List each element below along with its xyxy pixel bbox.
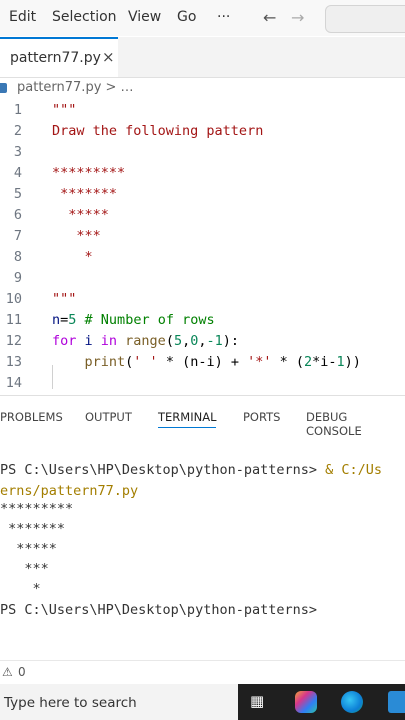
code-line: Draw the following pattern — [52, 123, 264, 139]
code-line: ******* — [52, 186, 118, 202]
terminal-output: ******* — [0, 521, 66, 537]
code-line: n=5 # Number of rows — [52, 312, 215, 328]
terminal[interactable]: PS C:\Users\HP\Desktop\python-patterns> … — [0, 460, 405, 660]
taskbar: Type here to search ▦ — [0, 684, 405, 720]
line-number: 8 — [13, 249, 22, 265]
close-icon[interactable]: × — [102, 48, 115, 66]
panel-tabs: PROBLEMS OUTPUT TERMINAL PORTS DEBUG CON… — [0, 395, 405, 438]
arrow-left-icon[interactable]: ← — [263, 8, 276, 27]
more-menu-icon[interactable]: ··· — [217, 9, 230, 25]
terminal-prompt: PS C:\Users\HP\Desktop\python-patterns> — [0, 602, 317, 618]
python-file-icon — [0, 83, 7, 93]
code-line: print(' ' * (n-i) + '*' * (2*i-1)) — [84, 354, 361, 370]
line-number: 13 — [5, 354, 22, 370]
code-editor[interactable]: 1 """ 2 Draw the following pattern 3 4 ****… — [0, 100, 405, 394]
tab-bar: pattern77.py × — [0, 37, 405, 78]
line-number: 3 — [13, 144, 22, 160]
code-line: ********* — [52, 165, 126, 181]
line-number: 4 — [13, 165, 22, 181]
line-number: 2 — [13, 123, 22, 139]
line-number: 10 — [5, 291, 22, 307]
edge-icon[interactable] — [341, 691, 363, 713]
taskbar-search[interactable]: Type here to search — [0, 684, 238, 720]
line-number: 5 — [13, 186, 22, 202]
menu-bar: Edit Selection View Go ··· ← → — [0, 0, 405, 36]
tab-debug-console[interactable]: DEBUG CONSOLE — [306, 410, 405, 438]
breadcrumb-text[interactable]: pattern77.py > … — [17, 80, 134, 95]
line-number: 11 — [5, 312, 22, 328]
command-center-search[interactable] — [325, 5, 405, 33]
code-line: """ — [52, 102, 77, 118]
terminal-command-cont: erns/pattern77.py — [0, 483, 139, 499]
task-view-icon[interactable]: ▦ — [250, 692, 272, 712]
warning-icon[interactable]: ⚠ — [2, 665, 13, 679]
problems-count[interactable]: 0 — [18, 665, 26, 679]
tab-terminal[interactable]: TERMINAL — [158, 410, 217, 428]
status-bar: ⚠ 0 — [0, 660, 405, 685]
terminal-output: ********* — [0, 501, 74, 517]
line-number: 12 — [5, 333, 22, 349]
menu-selection[interactable]: Selection — [52, 9, 117, 25]
code-line: for i in range(5,0,-1): — [52, 333, 240, 349]
arrow-right-icon[interactable]: → — [291, 8, 304, 27]
search-placeholder: Type here to search — [4, 695, 137, 711]
copilot-icon[interactable] — [295, 691, 317, 713]
vscode-icon[interactable] — [388, 691, 405, 713]
tab-label: pattern77.py — [10, 50, 101, 66]
menu-edit[interactable]: Edit — [9, 9, 36, 25]
terminal-output: * — [0, 581, 41, 597]
terminal-output: *** — [0, 561, 49, 577]
terminal-prompt: PS C:\Users\HP\Desktop\python-patterns> — [0, 462, 317, 478]
code-line: """ — [52, 291, 77, 307]
tab-output[interactable]: OUTPUT — [85, 410, 132, 424]
line-number: 7 — [13, 228, 22, 244]
tab-pattern77[interactable]: pattern77.py × — [0, 37, 118, 77]
tab-ports[interactable]: PORTS — [243, 410, 280, 424]
terminal-output: ***** — [0, 541, 57, 557]
line-number: 1 — [13, 102, 22, 118]
menu-view[interactable]: View — [128, 9, 161, 25]
line-number: 14 — [5, 375, 22, 391]
line-number: 9 — [13, 270, 22, 286]
indent-guide — [52, 365, 53, 389]
line-number: 6 — [13, 207, 22, 223]
code-line: * — [52, 249, 93, 265]
code-line: *** — [52, 228, 101, 244]
tab-problems[interactable]: PROBLEMS — [0, 410, 63, 424]
terminal-command: & C:/Us — [316, 462, 383, 478]
code-line: ***** — [52, 207, 109, 223]
menu-go[interactable]: Go — [177, 9, 196, 25]
